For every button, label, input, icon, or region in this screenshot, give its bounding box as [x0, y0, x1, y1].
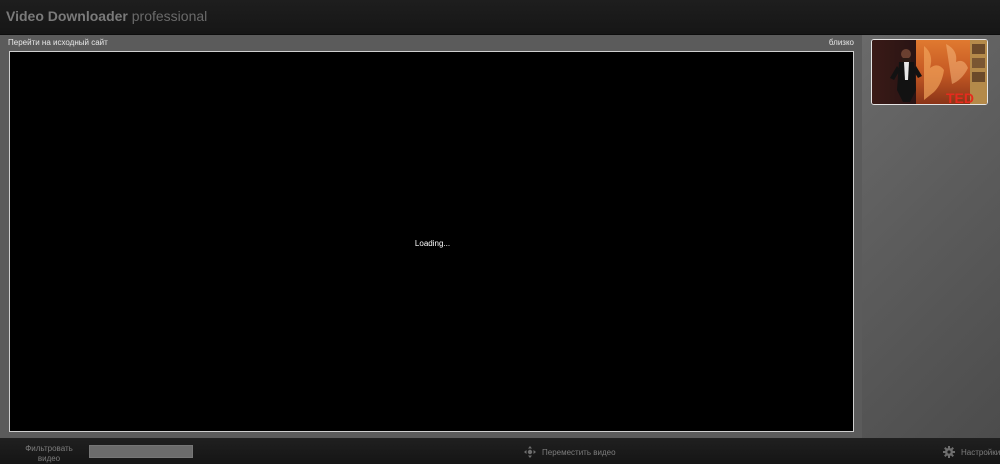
player-panel: Перейти на исходный сайт близко Loading.… — [0, 35, 862, 438]
app-footer: Фильтровать видео Переместить видео Наст… — [0, 438, 1000, 464]
ted-logo: TED — [946, 90, 974, 104]
goto-source-link[interactable]: Перейти на исходный сайт — [8, 38, 108, 47]
video-thumbnail[interactable]: TED — [871, 39, 988, 105]
video-player[interactable]: Loading... — [9, 51, 854, 432]
move-arrows-icon — [524, 446, 536, 458]
app-title: Video Downloader professional — [6, 8, 207, 24]
filter-input[interactable] — [89, 445, 193, 458]
gear-icon — [943, 446, 955, 458]
player-toolbar: Перейти на исходный сайт близко — [0, 35, 862, 51]
video-thumbnail-image: TED — [872, 40, 987, 104]
app-window: Video Downloader professional Перейти на… — [0, 0, 1000, 464]
main-area: Перейти на исходный сайт близко Loading.… — [0, 35, 1000, 438]
filter-label: Фильтровать видео — [25, 444, 73, 463]
app-header: Video Downloader professional — [0, 0, 1000, 35]
app-title-edition: professional — [131, 8, 208, 24]
video-list-panel: TED — [862, 35, 1000, 438]
loading-indicator: Loading... — [414, 239, 451, 248]
move-video-button[interactable]: Переместить видео — [524, 445, 616, 459]
move-video-label: Переместить видео — [542, 447, 616, 457]
settings-label: Настройки — [961, 447, 1000, 457]
app-title-brand: Video Downloader — [6, 8, 128, 24]
close-player-link[interactable]: близко — [829, 38, 854, 47]
settings-button[interactable]: Настройки — [943, 445, 1000, 459]
